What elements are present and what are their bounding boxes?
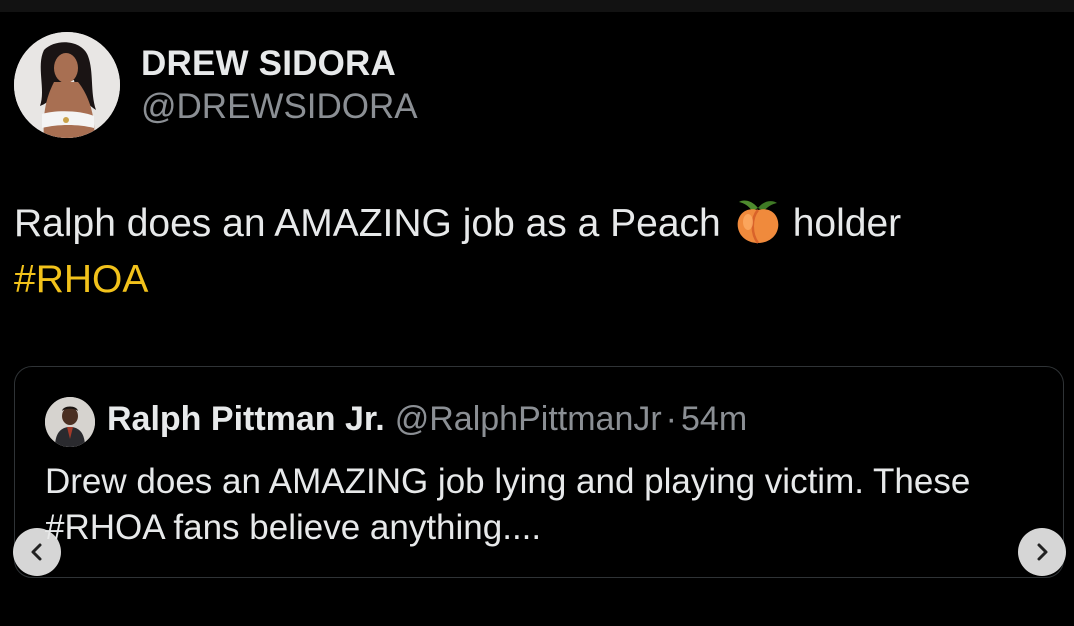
quoted-tweet-line-1: Drew does an AMAZING job lying and playi… (45, 462, 971, 501)
top-strip (0, 0, 1074, 12)
quoted-tweet-time[interactable]: 54m (681, 400, 747, 438)
quoted-tweet-line-2: #RHOA fans believe anything.... (45, 508, 542, 547)
tweet-hashtag[interactable]: #RHOA (14, 258, 148, 301)
quoted-tweet-header: Ralph Pittman Jr. @RalphPittmanJr · 54m (107, 400, 747, 439)
quoted-tweet-card[interactable]: Ralph Pittman Jr. @RalphPittmanJr · 54m Dre… (14, 366, 1064, 578)
carousel-next-button[interactable] (1018, 528, 1066, 576)
tweet-text: Ralph does an AMAZING job as a Peach hol… (14, 196, 1054, 308)
chevron-right-icon (1037, 543, 1048, 561)
quoted-author-avatar[interactable] (45, 397, 95, 447)
tweet-text-part-2: holder (792, 202, 902, 245)
author-display-name[interactable]: DREW SIDORA (141, 44, 396, 84)
chevron-left-icon (31, 543, 42, 561)
author-handle[interactable]: @DREWSIDORA (141, 87, 418, 127)
tweet-text-part-1: Ralph does an AMAZING job as a Peach (14, 202, 721, 245)
quoted-tweet-text: Drew does an AMAZING job lying and playi… (45, 459, 1035, 551)
quoted-author-name[interactable]: Ralph Pittman Jr. (107, 400, 385, 438)
carousel-prev-button[interactable] (13, 528, 61, 576)
quoted-author-handle[interactable]: @RalphPittmanJr (395, 400, 662, 438)
author-avatar[interactable] (14, 32, 120, 138)
peach-icon (733, 196, 783, 246)
quoted-author-avatar-image (45, 397, 95, 447)
author-avatar-image (14, 32, 120, 138)
separator-dot: · (665, 400, 677, 438)
